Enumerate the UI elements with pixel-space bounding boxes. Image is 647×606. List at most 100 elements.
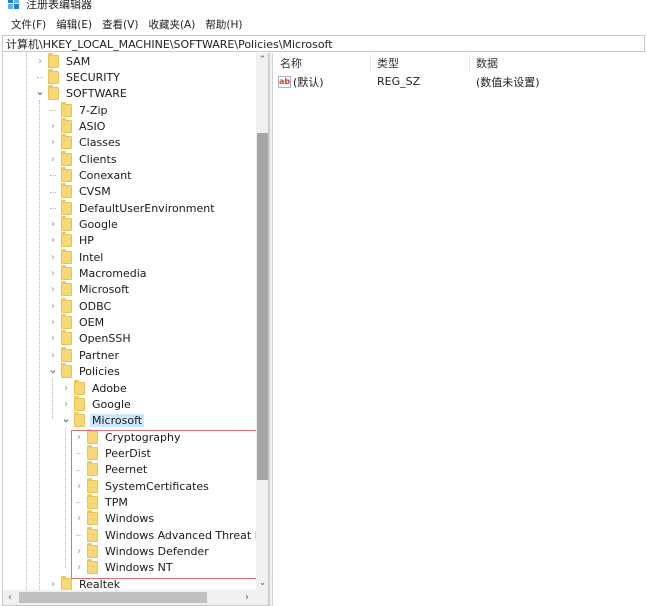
chevron-right-icon[interactable]: › xyxy=(74,478,84,494)
tree-connector-line xyxy=(76,535,82,537)
address-bar[interactable]: 计算机\HKEY_LOCAL_MACHINE\SOFTWARE\Policies… xyxy=(2,35,645,52)
chevron-right-icon[interactable]: › xyxy=(61,380,71,396)
chevron-right-icon[interactable]: › xyxy=(74,560,84,576)
tree-node[interactable]: PeerDist xyxy=(74,444,153,461)
chevron-right-icon[interactable]: › xyxy=(35,53,45,69)
folder-icon xyxy=(61,232,72,248)
value-type: REG_SZ xyxy=(377,75,421,88)
chevron-right-icon[interactable]: › xyxy=(48,217,58,233)
chevron-right-icon[interactable]: › xyxy=(48,118,58,134)
chevron-right-icon[interactable]: › xyxy=(48,151,58,167)
menu-file[interactable]: 文件(F) xyxy=(6,17,51,32)
chevron-right-icon[interactable]: › xyxy=(48,576,58,590)
tree-node[interactable]: CVSM xyxy=(48,183,113,200)
tree-node[interactable]: ⌄ Microsoft xyxy=(61,410,145,429)
tree-node-label: Windows Advanced Threat Protection xyxy=(105,528,256,542)
menu-edit[interactable]: 编辑(E) xyxy=(51,17,97,32)
folder-icon xyxy=(87,493,98,509)
folder-icon xyxy=(87,543,98,558)
chevron-right-icon[interactable]: › xyxy=(48,282,58,298)
column-header-data[interactable]: 数据 xyxy=(476,55,596,71)
folder-icon xyxy=(61,150,72,166)
tree-node[interactable]: › HP xyxy=(48,232,96,249)
tree-node[interactable]: › OEM xyxy=(48,314,106,331)
tree-connector-line xyxy=(76,453,82,455)
tree-node[interactable]: Peernet xyxy=(74,461,149,478)
chevron-right-icon[interactable]: › xyxy=(48,315,58,331)
tree-node[interactable]: ⌄ SOFTWARE xyxy=(35,83,129,102)
column-header-type[interactable]: 类型 xyxy=(377,55,471,71)
chevron-right-icon[interactable]: › xyxy=(74,429,84,445)
tree-node[interactable]: › Google xyxy=(61,395,133,412)
vertical-scroll-thumb[interactable] xyxy=(257,133,268,480)
horizontal-scroll-thumb[interactable] xyxy=(19,592,207,603)
folder-icon xyxy=(87,461,98,477)
folder-icon xyxy=(48,68,59,84)
tree-node[interactable]: › Realtek xyxy=(48,575,122,590)
chevron-right-icon[interactable]: › xyxy=(48,298,58,314)
tree-node[interactable]: › Classes xyxy=(48,134,122,151)
tree-node-label: CVSM xyxy=(79,185,111,199)
chevron-right-icon[interactable]: › xyxy=(48,266,58,282)
tree-node[interactable]: Conexant xyxy=(48,166,134,183)
tree-node[interactable]: › Adobe xyxy=(61,379,129,396)
scroll-right-icon[interactable]: › xyxy=(240,590,254,605)
tree-node[interactable]: › Clients xyxy=(48,150,119,167)
scroll-left-icon[interactable]: ‹ xyxy=(3,590,17,605)
tree-node-label: OpenSSH xyxy=(79,332,131,346)
tree-node[interactable]: ⌄ Policies xyxy=(48,361,122,380)
tree-node[interactable]: DefaultUserEnvironment xyxy=(48,199,217,216)
tree-horizontal-scrollbar[interactable]: ‹ › xyxy=(3,590,268,605)
menu-help[interactable]: 帮助(H) xyxy=(200,17,247,32)
values-pane[interactable]: 名称 类型 数据 ab (默认) REG_SZ (数值未设置) xyxy=(273,53,647,606)
tree-connector-line xyxy=(50,208,56,210)
tree-node[interactable]: › Google xyxy=(48,216,120,233)
folder-icon xyxy=(74,395,85,411)
chevron-down-icon[interactable]: ⌄ xyxy=(61,410,71,426)
chevron-right-icon[interactable]: › xyxy=(48,331,58,347)
chevron-right-icon[interactable]: › xyxy=(74,511,84,527)
tree-connector-line xyxy=(50,110,56,112)
tree-node[interactable]: Windows Advanced Threat Protection xyxy=(74,526,256,543)
folder-icon xyxy=(87,559,98,575)
tree-node-label: Conexant xyxy=(79,168,132,182)
tree-node[interactable]: TPM xyxy=(74,493,130,510)
tree-node[interactable]: › ODBC xyxy=(48,297,113,314)
column-divider[interactable] xyxy=(370,55,371,71)
tree-node[interactable]: › OpenSSH xyxy=(48,330,133,347)
column-header-name[interactable]: 名称 xyxy=(280,55,374,71)
chevron-down-icon[interactable]: ⌄ xyxy=(35,83,45,99)
value-row[interactable]: ab (默认) REG_SZ (数值未设置) xyxy=(273,73,647,90)
tree-node-label: ASIO xyxy=(79,119,106,133)
tree-connector-line xyxy=(50,191,56,193)
folder-icon xyxy=(48,85,59,101)
scroll-down-icon[interactable]: ⌄ xyxy=(256,576,268,590)
tree-node[interactable]: › ASIO xyxy=(48,117,107,134)
tree-node[interactable]: SECURITY xyxy=(35,68,122,85)
chevron-right-icon[interactable]: › xyxy=(48,233,58,249)
tree-node[interactable]: › SystemCertificates xyxy=(74,477,211,494)
folder-icon xyxy=(61,575,72,590)
tree-node-label: HP xyxy=(79,234,94,248)
scroll-up-icon[interactable]: ⌃ xyxy=(256,53,268,67)
tree-node[interactable]: › Windows Defender xyxy=(74,543,211,560)
folder-icon xyxy=(61,314,72,330)
tree-vertical-scrollbar[interactable]: ⌃ ⌄ xyxy=(256,53,268,590)
menu-view[interactable]: 查看(V) xyxy=(97,17,143,32)
tree-node[interactable]: › Partner xyxy=(48,346,121,363)
tree-node[interactable]: 7-Zip xyxy=(48,101,110,118)
tree-node[interactable]: › Windows NT xyxy=(74,559,175,576)
chevron-right-icon[interactable]: › xyxy=(48,135,58,151)
tree-node[interactable]: › Macromedia xyxy=(48,265,149,282)
tree-node[interactable]: › Microsoft xyxy=(48,281,131,298)
tree-node[interactable]: › SAM xyxy=(35,53,92,69)
tree-node[interactable]: › Intel xyxy=(48,248,105,265)
chevron-right-icon[interactable]: › xyxy=(74,544,84,560)
menu-favorites[interactable]: 收藏夹(A) xyxy=(143,17,200,32)
column-divider[interactable] xyxy=(469,55,470,71)
tree-node[interactable]: › Windows xyxy=(74,510,156,527)
chevron-right-icon[interactable]: › xyxy=(48,249,58,265)
tree-node[interactable]: › Cryptography xyxy=(74,428,182,445)
key-tree-pane[interactable]: › SAM SECURITY ⌄ SOFTWARE 7-Zip › ASIO › Classes ›… xyxy=(2,53,269,606)
chevron-down-icon[interactable]: ⌄ xyxy=(48,361,58,377)
